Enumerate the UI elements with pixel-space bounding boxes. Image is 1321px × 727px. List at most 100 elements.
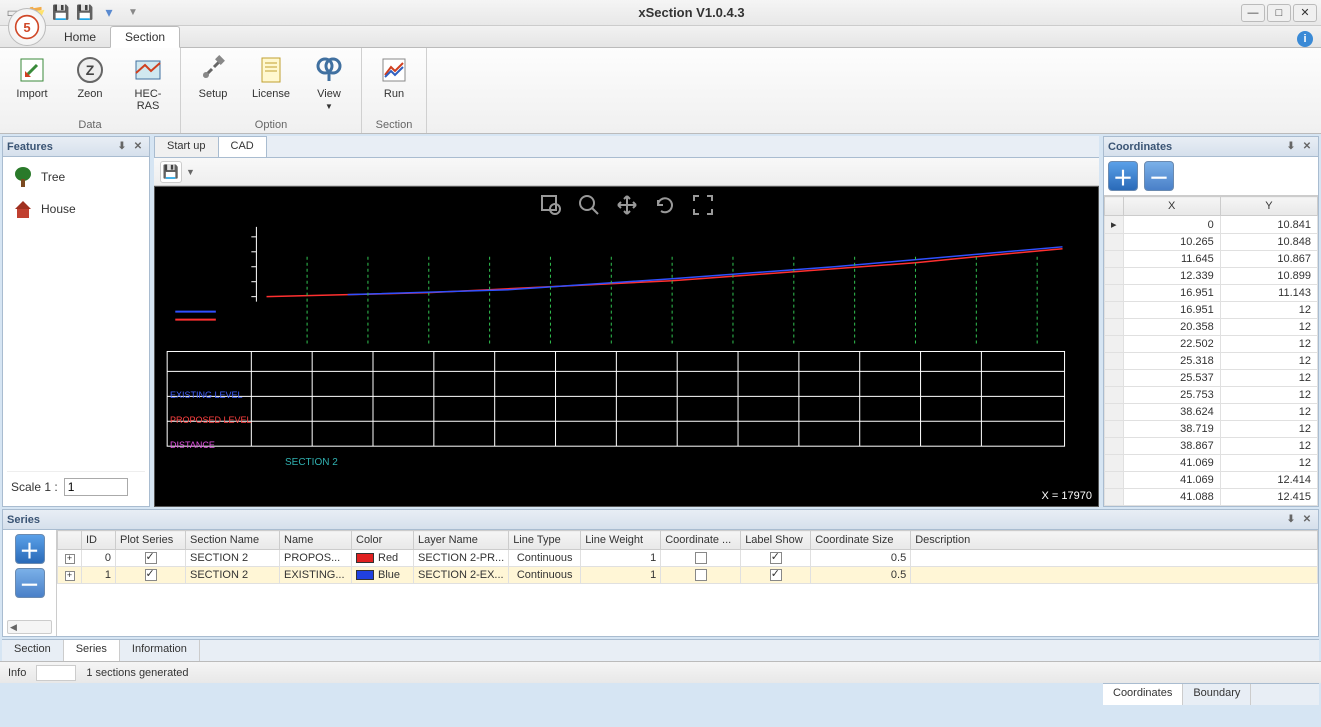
labelshow-checkbox[interactable] bbox=[770, 569, 782, 581]
titlebar: ▭ 📂 💾 💾 ▾ ▼ xSection V1.0.4.3 — □ ✕ bbox=[0, 0, 1321, 26]
expand-icon[interactable]: + bbox=[65, 554, 75, 564]
col-id[interactable]: ID bbox=[82, 531, 116, 550]
coord-row[interactable]: 25.75312 bbox=[1105, 387, 1318, 404]
document-tabs: Start up CAD bbox=[154, 136, 1099, 158]
series-grid[interactable]: ID Plot Series Section Name Name Color L… bbox=[57, 530, 1318, 636]
add-series-button[interactable]: ＋ bbox=[15, 534, 45, 564]
coord-row[interactable]: 25.31812 bbox=[1105, 353, 1318, 370]
tab-startup[interactable]: Start up bbox=[154, 136, 219, 157]
remove-coord-button[interactable]: － bbox=[1144, 161, 1174, 191]
minimize-button[interactable]: — bbox=[1241, 4, 1265, 22]
zeon-icon: Z bbox=[74, 54, 106, 86]
save-all-icon[interactable]: 💾 bbox=[76, 4, 94, 22]
tab-section-panel[interactable]: Section bbox=[2, 640, 64, 661]
tab-info-panel[interactable]: Information bbox=[120, 640, 200, 661]
tab-section[interactable]: Section bbox=[110, 26, 180, 48]
view-icon bbox=[313, 54, 345, 86]
save-doc-button[interactable]: 💾 bbox=[160, 161, 182, 183]
coord-row[interactable]: 12.33910.899 bbox=[1105, 268, 1318, 285]
help-button[interactable]: i bbox=[1297, 31, 1313, 47]
close-icon[interactable]: ✕ bbox=[1300, 140, 1314, 154]
tab-series-panel[interactable]: Series bbox=[64, 640, 120, 661]
tab-coordinates[interactable]: Coordinates bbox=[1103, 684, 1183, 705]
tab-cad[interactable]: CAD bbox=[218, 136, 267, 157]
coordinates-grid[interactable]: X Y ▸010.84110.26510.84811.64510.86712.3… bbox=[1104, 196, 1318, 506]
view-button[interactable]: View▼ bbox=[305, 52, 353, 119]
pin-icon[interactable]: ⬇ bbox=[1284, 513, 1298, 527]
coord-row[interactable]: 41.06912 bbox=[1105, 455, 1318, 472]
plot-checkbox[interactable] bbox=[145, 569, 157, 581]
chevron-down-icon[interactable]: ▼ bbox=[186, 167, 195, 177]
add-coord-button[interactable]: ＋ bbox=[1108, 161, 1138, 191]
import-button[interactable]: Import bbox=[8, 52, 56, 119]
plot-checkbox[interactable] bbox=[145, 552, 157, 564]
coord-row[interactable]: 10.26510.848 bbox=[1105, 234, 1318, 251]
coord-row[interactable]: ▸010.841 bbox=[1105, 216, 1318, 234]
series-row[interactable]: + 0 SECTION 2 PROPOS... Red SECTION 2-PR… bbox=[58, 550, 1318, 567]
app-menu-button[interactable]: 5 bbox=[8, 8, 46, 46]
col-section[interactable]: Section Name bbox=[186, 531, 280, 550]
feature-house-label: House bbox=[41, 202, 76, 216]
col-lineweight[interactable]: Line Weight bbox=[581, 531, 661, 550]
window-list-icon[interactable]: ▾ bbox=[100, 4, 118, 22]
maximize-button[interactable]: □ bbox=[1267, 4, 1291, 22]
col-linetype[interactable]: Line Type bbox=[509, 531, 581, 550]
coord-row[interactable]: 38.62412 bbox=[1105, 404, 1318, 421]
cursor-coord: X = 17970 bbox=[1042, 490, 1092, 502]
coord-col-x[interactable]: X bbox=[1123, 197, 1220, 216]
import-icon bbox=[16, 54, 48, 86]
coord-row[interactable]: 11.64510.867 bbox=[1105, 251, 1318, 268]
coord-row[interactable]: 38.71912 bbox=[1105, 421, 1318, 438]
license-button[interactable]: License bbox=[247, 52, 295, 119]
distance-label: DISTANCE bbox=[170, 440, 215, 450]
coord-row[interactable]: 16.95111.143 bbox=[1105, 285, 1318, 302]
save-icon[interactable]: 💾 bbox=[52, 4, 70, 22]
feature-house[interactable]: House bbox=[7, 193, 145, 225]
close-icon[interactable]: ✕ bbox=[131, 140, 145, 154]
tab-boundary[interactable]: Boundary bbox=[1183, 684, 1251, 705]
qat-dropdown-icon[interactable]: ▼ bbox=[124, 4, 142, 22]
coord-row[interactable]: 41.06912.414 bbox=[1105, 472, 1318, 489]
col-labelshow[interactable]: Label Show bbox=[741, 531, 811, 550]
col-name[interactable]: Name bbox=[280, 531, 352, 550]
section-label: SECTION 2 bbox=[285, 457, 338, 468]
pin-icon[interactable]: ⬇ bbox=[115, 140, 129, 154]
run-button[interactable]: Run bbox=[370, 52, 418, 119]
coord-row[interactable]: 20.35812 bbox=[1105, 319, 1318, 336]
coord-row[interactable]: 41.41212.419 bbox=[1105, 506, 1318, 507]
setup-icon bbox=[197, 54, 229, 86]
col-desc[interactable]: Description bbox=[911, 531, 1318, 550]
coordshow-checkbox[interactable] bbox=[695, 569, 707, 581]
coord-row[interactable]: 25.53712 bbox=[1105, 370, 1318, 387]
labelshow-checkbox[interactable] bbox=[770, 552, 782, 564]
series-row[interactable]: + 1 SECTION 2 EXISTING... Blue SECTION 2… bbox=[58, 567, 1318, 584]
scroll-left-icon[interactable]: ◀ bbox=[7, 620, 52, 634]
coord-col-y[interactable]: Y bbox=[1220, 197, 1317, 216]
col-layer[interactable]: Layer Name bbox=[414, 531, 509, 550]
pin-icon[interactable]: ⬇ bbox=[1284, 140, 1298, 154]
feature-tree[interactable]: Tree bbox=[7, 161, 145, 193]
cad-canvas[interactable]: EXISTING LEVEL PROPOSED LEVEL DISTANCE S… bbox=[154, 186, 1099, 507]
col-coordsize[interactable]: Coordinate Size bbox=[811, 531, 911, 550]
coordshow-checkbox[interactable] bbox=[695, 552, 707, 564]
hecras-button[interactable]: HEC-RAS bbox=[124, 52, 172, 119]
close-icon[interactable]: ✕ bbox=[1300, 513, 1314, 527]
coordinates-toolbar: ＋ － bbox=[1104, 157, 1318, 196]
setup-button[interactable]: Setup bbox=[189, 52, 237, 119]
coord-row[interactable]: 22.50212 bbox=[1105, 336, 1318, 353]
coord-row[interactable]: 16.95112 bbox=[1105, 302, 1318, 319]
expand-icon[interactable]: + bbox=[65, 571, 75, 581]
color-swatch bbox=[356, 553, 374, 563]
scale-input[interactable] bbox=[64, 478, 128, 496]
zeon-button[interactable]: Z Zeon bbox=[66, 52, 114, 119]
remove-series-button[interactable]: － bbox=[15, 568, 45, 598]
col-color[interactable]: Color bbox=[352, 531, 414, 550]
coord-row[interactable]: 41.08812.415 bbox=[1105, 489, 1318, 506]
tree-icon bbox=[11, 165, 35, 189]
col-plot[interactable]: Plot Series bbox=[116, 531, 186, 550]
tab-home[interactable]: Home bbox=[50, 27, 110, 47]
close-button[interactable]: ✕ bbox=[1293, 4, 1317, 22]
coord-row[interactable]: 38.86712 bbox=[1105, 438, 1318, 455]
col-coordshow[interactable]: Coordinate ... bbox=[661, 531, 741, 550]
features-title: Features bbox=[7, 141, 53, 153]
